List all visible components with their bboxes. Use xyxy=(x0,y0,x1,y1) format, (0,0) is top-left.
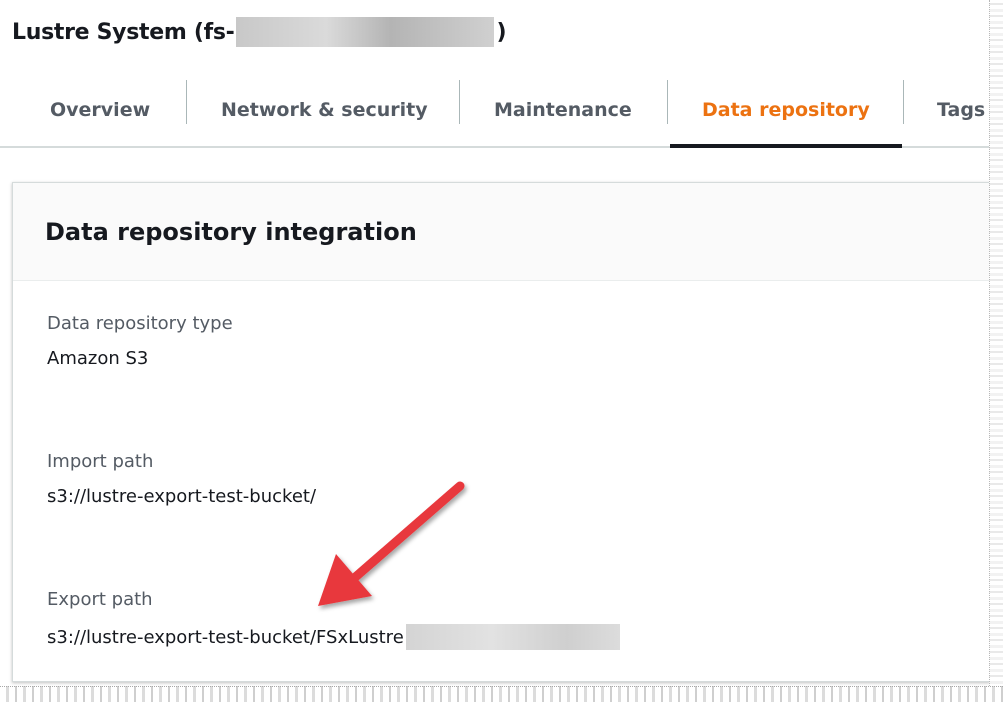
field-value: s3://lustre-export-test-bucket/ xyxy=(47,486,316,507)
panel-title: Data repository integration xyxy=(45,217,417,246)
field-value: Amazon S3 xyxy=(47,348,233,369)
tab-bar: Overview Network & security Maintenance … xyxy=(0,72,990,148)
page-title: Lustre System (fs- ) xyxy=(12,14,507,50)
torn-edge-bottom xyxy=(0,686,1003,702)
tab-maintenance[interactable]: Maintenance xyxy=(494,72,632,148)
redacted-filesystem-id xyxy=(236,17,495,47)
page-title-suffix: ) xyxy=(496,19,507,45)
field-label: Data repository type xyxy=(47,313,233,334)
tab-separator xyxy=(186,80,187,124)
redacted-export-suffix xyxy=(405,624,620,650)
data-repository-panel: Data repository integration Data reposit… xyxy=(12,182,990,682)
tab-network-security[interactable]: Network & security xyxy=(221,72,428,148)
torn-edge-right xyxy=(989,0,1003,702)
screenshot-page: Lustre System (fs- ) Overview Network & … xyxy=(0,0,1003,702)
repository-type-value: Amazon S3 xyxy=(47,348,149,369)
tab-separator xyxy=(903,80,904,124)
tab-overview[interactable]: Overview xyxy=(50,72,150,148)
import-path-value: s3://lustre-export-test-bucket/ xyxy=(47,486,317,507)
tab-separator xyxy=(667,80,668,124)
active-tab-indicator xyxy=(670,144,902,148)
panel-header: Data repository integration xyxy=(13,183,989,281)
tab-separator xyxy=(459,80,460,124)
field-import-path: Import path s3://lustre-export-test-buck… xyxy=(47,451,316,507)
page-title-prefix: Lustre System (fs- xyxy=(12,19,235,45)
tab-tags[interactable]: Tags xyxy=(937,72,985,148)
export-path-value: s3://lustre-export-test-bucket/FSxLustre xyxy=(47,626,404,648)
tab-data-repository[interactable]: Data repository xyxy=(702,72,870,148)
field-data-repository-type: Data repository type Amazon S3 xyxy=(47,313,233,369)
field-label: Export path xyxy=(47,589,153,610)
field-export-path: Export path s3://lustre-export-test-buck… xyxy=(47,589,620,650)
field-label: Import path xyxy=(47,451,154,472)
field-value: s3://lustre-export-test-bucket/FSxLustre xyxy=(47,624,620,650)
